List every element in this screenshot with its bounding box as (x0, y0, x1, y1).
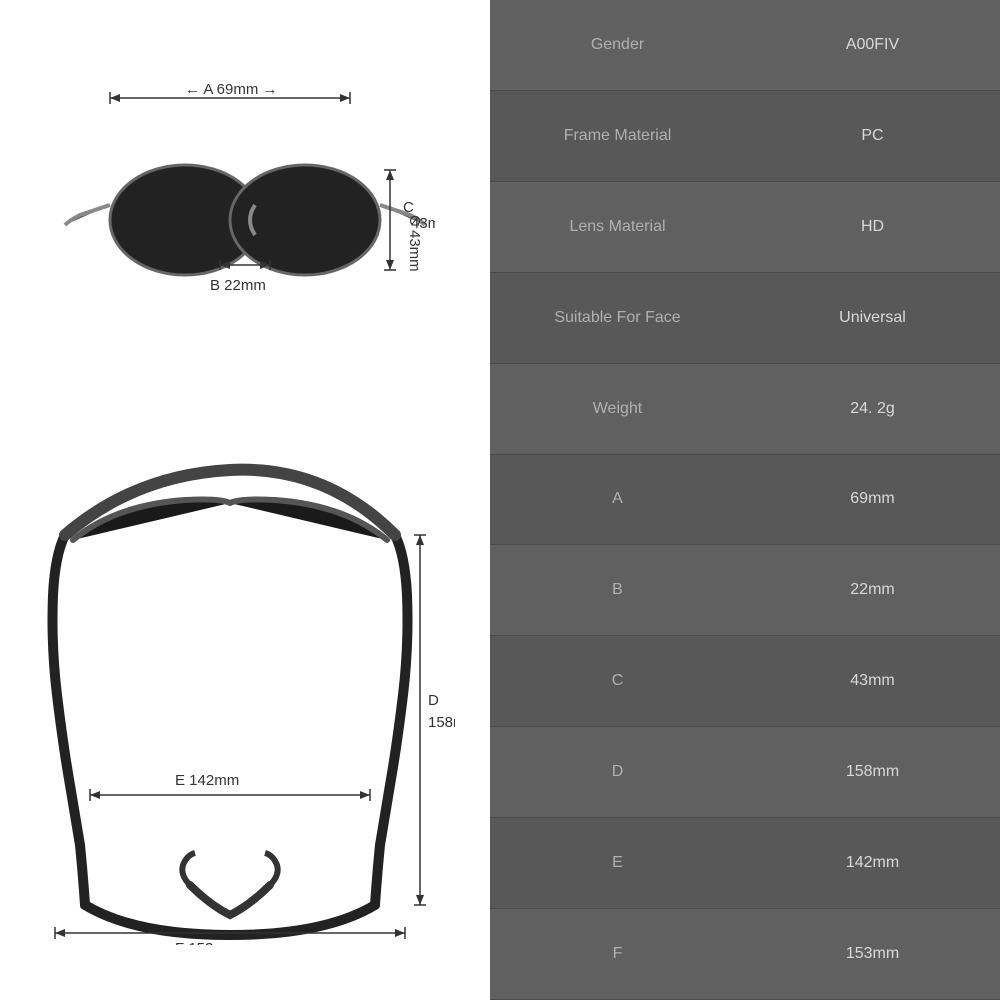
spec-value: 142mm (745, 844, 1000, 882)
spec-row: Lens MaterialHD (490, 182, 1000, 273)
svg-text:43mm: 43mm (411, 215, 435, 232)
spec-row: Suitable For FaceUniversal (490, 273, 1000, 364)
left-panel: ← A 69mm → B 22mm C 4 (0, 0, 490, 1000)
spec-value: 158mm (745, 753, 1000, 791)
spec-row: GenderA00FIV (490, 0, 1000, 91)
svg-text:C: C (403, 199, 414, 216)
spec-label: Gender (490, 26, 745, 64)
spec-label: Lens Material (490, 208, 745, 246)
spec-row: Frame MaterialPC (490, 91, 1000, 182)
spec-row: A69mm (490, 455, 1000, 546)
svg-text:B 22mm: B 22mm (210, 277, 266, 294)
spec-value: 69mm (745, 480, 1000, 518)
spec-row: C43mm (490, 636, 1000, 727)
svg-text:158mm: 158mm (428, 714, 455, 731)
spec-row: Weight24. 2g (490, 364, 1000, 455)
spec-value: PC (745, 117, 1000, 155)
spec-label: Frame Material (490, 117, 745, 155)
svg-text:← A 69mm →: ← A 69mm → (185, 81, 278, 98)
spec-row: B22mm (490, 545, 1000, 636)
spec-label: E (490, 844, 745, 882)
spec-label: C (490, 662, 745, 700)
svg-text:E 142mm: E 142mm (175, 772, 239, 789)
glasses-top-diagram: ← A 69mm → B 22mm C 4 (0, 0, 490, 420)
spec-value: 24. 2g (745, 390, 1000, 428)
spec-label: Weight (490, 390, 745, 428)
svg-text:F 153mm: F 153mm (175, 940, 238, 945)
glasses-top-svg: ← A 69mm → B 22mm C 4 (55, 50, 435, 370)
spec-value: 22mm (745, 571, 1000, 609)
spec-row: E142mm (490, 818, 1000, 909)
svg-text:D: D (428, 692, 439, 709)
glasses-bottom-svg: E 142mm D 158mm F 153mm (35, 455, 455, 945)
spec-value: HD (745, 208, 1000, 246)
spec-row: D158mm (490, 727, 1000, 818)
spec-value: 43mm (745, 662, 1000, 700)
spec-label: Suitable For Face (490, 299, 745, 337)
spec-value: A00FIV (745, 26, 1000, 64)
spec-value: 153mm (745, 935, 1000, 973)
spec-label: B (490, 571, 745, 609)
spec-row: F153mm (490, 909, 1000, 1000)
spec-label: A (490, 480, 745, 518)
specs-table: GenderA00FIVFrame MaterialPCLens Materia… (490, 0, 1000, 1000)
glasses-bottom-diagram: E 142mm D 158mm F 153mm (0, 420, 490, 980)
spec-value: Universal (745, 299, 1000, 337)
spec-label: D (490, 753, 745, 791)
spec-label: F (490, 935, 745, 973)
